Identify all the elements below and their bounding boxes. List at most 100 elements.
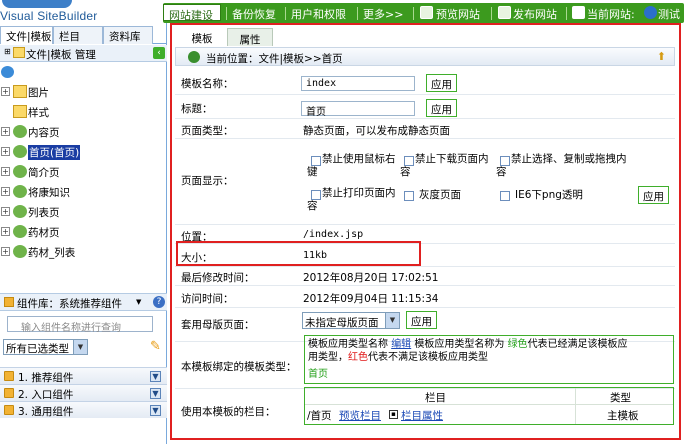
columns-label: 使用本模板的栏目：: [181, 406, 276, 418]
expand-icon[interactable]: +: [1, 167, 10, 176]
preview-column-link[interactable]: 预览栏目: [339, 408, 381, 423]
folder-icon: [13, 85, 27, 98]
nav-item-more[interactable]: 更多>>: [363, 6, 403, 22]
component-library: 组件库：系统推荐组件 ▼ ? 输入组件名称进行查询 所有已选类型 ▼ ✎ 1. 推…: [0, 293, 167, 444]
nav-tab-label: 网站建设: [169, 9, 213, 22]
row-page-type: 页面类型： 静态页面，可以发布成静态页面: [175, 119, 675, 139]
component-icon: [4, 297, 14, 307]
sidebar-tab-library[interactable]: 资料库: [103, 26, 153, 44]
expand-icon[interactable]: +: [1, 207, 10, 216]
bound-text-green: 绿色: [507, 339, 528, 350]
template-name-input[interactable]: index: [301, 76, 415, 91]
bound-type-box: 模板应用类型名称 编辑 模板应用类型名称为 绿色代表已经满足该模板应 用类型，红…: [304, 335, 674, 384]
top-bar: Visual SiteBuilder 网站建设 备份恢复 用户和权限 更多>> …: [0, 0, 684, 23]
apply-button[interactable]: 应用: [426, 99, 457, 117]
component-type-select[interactable]: 所有已选类型 ▼: [3, 339, 88, 355]
expand-icon[interactable]: +: [1, 127, 10, 136]
attribute-icon: ▪: [389, 410, 398, 419]
type-header: 类型: [610, 392, 631, 404]
site-root-icon[interactable]: [1, 66, 14, 78]
chevron-down-icon: ▼: [73, 340, 87, 354]
row-page-display: 页面显示： 禁止使用鼠标右键 禁止下载页面内容 禁止选择、复制或拖拽内容 禁止打…: [175, 139, 675, 225]
nav-divider: [357, 7, 358, 20]
nav-preview-site[interactable]: 预览网站: [436, 6, 480, 22]
option-label: 灰度页面: [419, 189, 461, 201]
sidebar-tab-files[interactable]: 文件|模板: [0, 26, 53, 44]
ie6-png-checkbox[interactable]: [500, 191, 510, 201]
tab-template[interactable]: 模板: [181, 28, 223, 46]
add-icon[interactable]: ▼: [150, 388, 161, 399]
nav-divider: [413, 7, 414, 20]
tree-node-label: 列表页: [28, 207, 60, 219]
logo-graphic: [2, 0, 72, 8]
tree-node-label: 图片: [28, 87, 49, 99]
title-input[interactable]: 首页: [301, 101, 415, 118]
component-search-input[interactable]: 输入组件名称进行查询: [7, 316, 153, 334]
sidebar-tab-columns[interactable]: 栏目: [53, 26, 103, 44]
nav-divider: [566, 7, 567, 20]
apply-button[interactable]: 应用: [426, 74, 457, 92]
add-icon[interactable]: ▼: [150, 405, 161, 416]
bound-type-item: 首页: [308, 369, 328, 380]
chevron-down-icon: ▼: [385, 313, 399, 328]
page-type-label: 页面类型：: [181, 125, 234, 137]
page-icon: [13, 245, 27, 258]
column-type: 主模板: [607, 410, 639, 422]
folder-icon: [13, 47, 25, 58]
help-icon[interactable]: ?: [153, 296, 165, 308]
tree-node-label: 简介页: [28, 167, 60, 179]
bound-text-red: 红色: [348, 352, 368, 363]
nav-divider: [491, 7, 492, 20]
expand-icon[interactable]: +: [1, 147, 10, 156]
expand-icon[interactable]: +: [1, 187, 10, 196]
current-site-label: 当前网站:: [587, 8, 635, 21]
add-icon[interactable]: ▼: [150, 371, 161, 382]
component-group-entry[interactable]: 2. 入口组件 ▼: [0, 384, 167, 401]
plus-icon[interactable]: ⊞: [4, 47, 12, 58]
preview-icon: [420, 6, 433, 19]
apply-button[interactable]: 应用: [406, 311, 437, 329]
up-arrow-icon[interactable]: ⬆: [657, 50, 666, 63]
page-icon: [13, 125, 27, 138]
expand-icon[interactable]: +: [1, 227, 10, 236]
current-site-name[interactable]: 测试: [658, 6, 680, 22]
grayscale-checkbox[interactable]: [404, 191, 414, 201]
bound-text: 代表不满足该模板应用类型: [368, 352, 488, 363]
page-icon: [13, 145, 27, 158]
page-type-value: 静态页面，可以发布成静态页面: [303, 125, 450, 137]
bound-text: 用类型，: [308, 352, 348, 363]
chevron-down-icon[interactable]: ▼: [136, 298, 141, 306]
tree-node-label: 样式: [28, 107, 49, 119]
tab-properties[interactable]: 属性: [227, 28, 273, 46]
location-icon: [188, 51, 200, 63]
breadcrumb: 当前位置：文件|模板>>首页 ⬆: [175, 47, 675, 66]
globe-icon: [644, 6, 657, 19]
component-library-title[interactable]: 组件库：系统推荐组件: [17, 296, 122, 311]
component-group-recommended[interactable]: 1. 推荐组件 ▼: [0, 367, 167, 384]
nav-item-users[interactable]: 用户和权限: [291, 6, 346, 22]
bound-type-line-1: 模板应用类型名称 编辑 模板应用类型名称为 绿色代表已经满足该模板应: [308, 338, 628, 351]
component-group-general[interactable]: 3. 通用组件 ▼: [0, 401, 167, 418]
column-attributes-link[interactable]: 栏目属性: [401, 408, 443, 423]
apply-button[interactable]: 应用: [638, 186, 669, 204]
nav-tab-site-build[interactable]: 网站建设: [163, 4, 221, 22]
nav-item-backup[interactable]: 备份恢复: [232, 6, 276, 22]
collapse-icon[interactable]: ‹: [153, 47, 165, 59]
expand-icon[interactable]: +: [1, 87, 10, 96]
site-icon: [572, 6, 585, 19]
expand-icon[interactable]: +: [1, 247, 10, 256]
publish-icon: [498, 6, 511, 19]
app-logo: Visual SiteBuilder: [0, 0, 163, 23]
template-name-label: 模板名称：: [181, 78, 234, 90]
package-icon: [4, 371, 14, 381]
option-label: 禁止使用鼠标右键: [307, 153, 396, 178]
tree-node-label: 内容页: [28, 127, 60, 139]
nav-publish-site[interactable]: 发布网站: [513, 6, 557, 22]
bound-text: 代表已经满足该模板应: [527, 339, 628, 350]
pencil-icon[interactable]: ✎: [150, 339, 161, 354]
edit-link[interactable]: 编辑: [391, 339, 411, 350]
option-label: 禁止选择、复制或拖拽内容: [496, 153, 627, 178]
page-icon: [13, 205, 27, 218]
option-label: 禁止打印页面内容: [307, 187, 396, 212]
master-page-select[interactable]: 未指定母版页面 ▼: [302, 312, 400, 329]
